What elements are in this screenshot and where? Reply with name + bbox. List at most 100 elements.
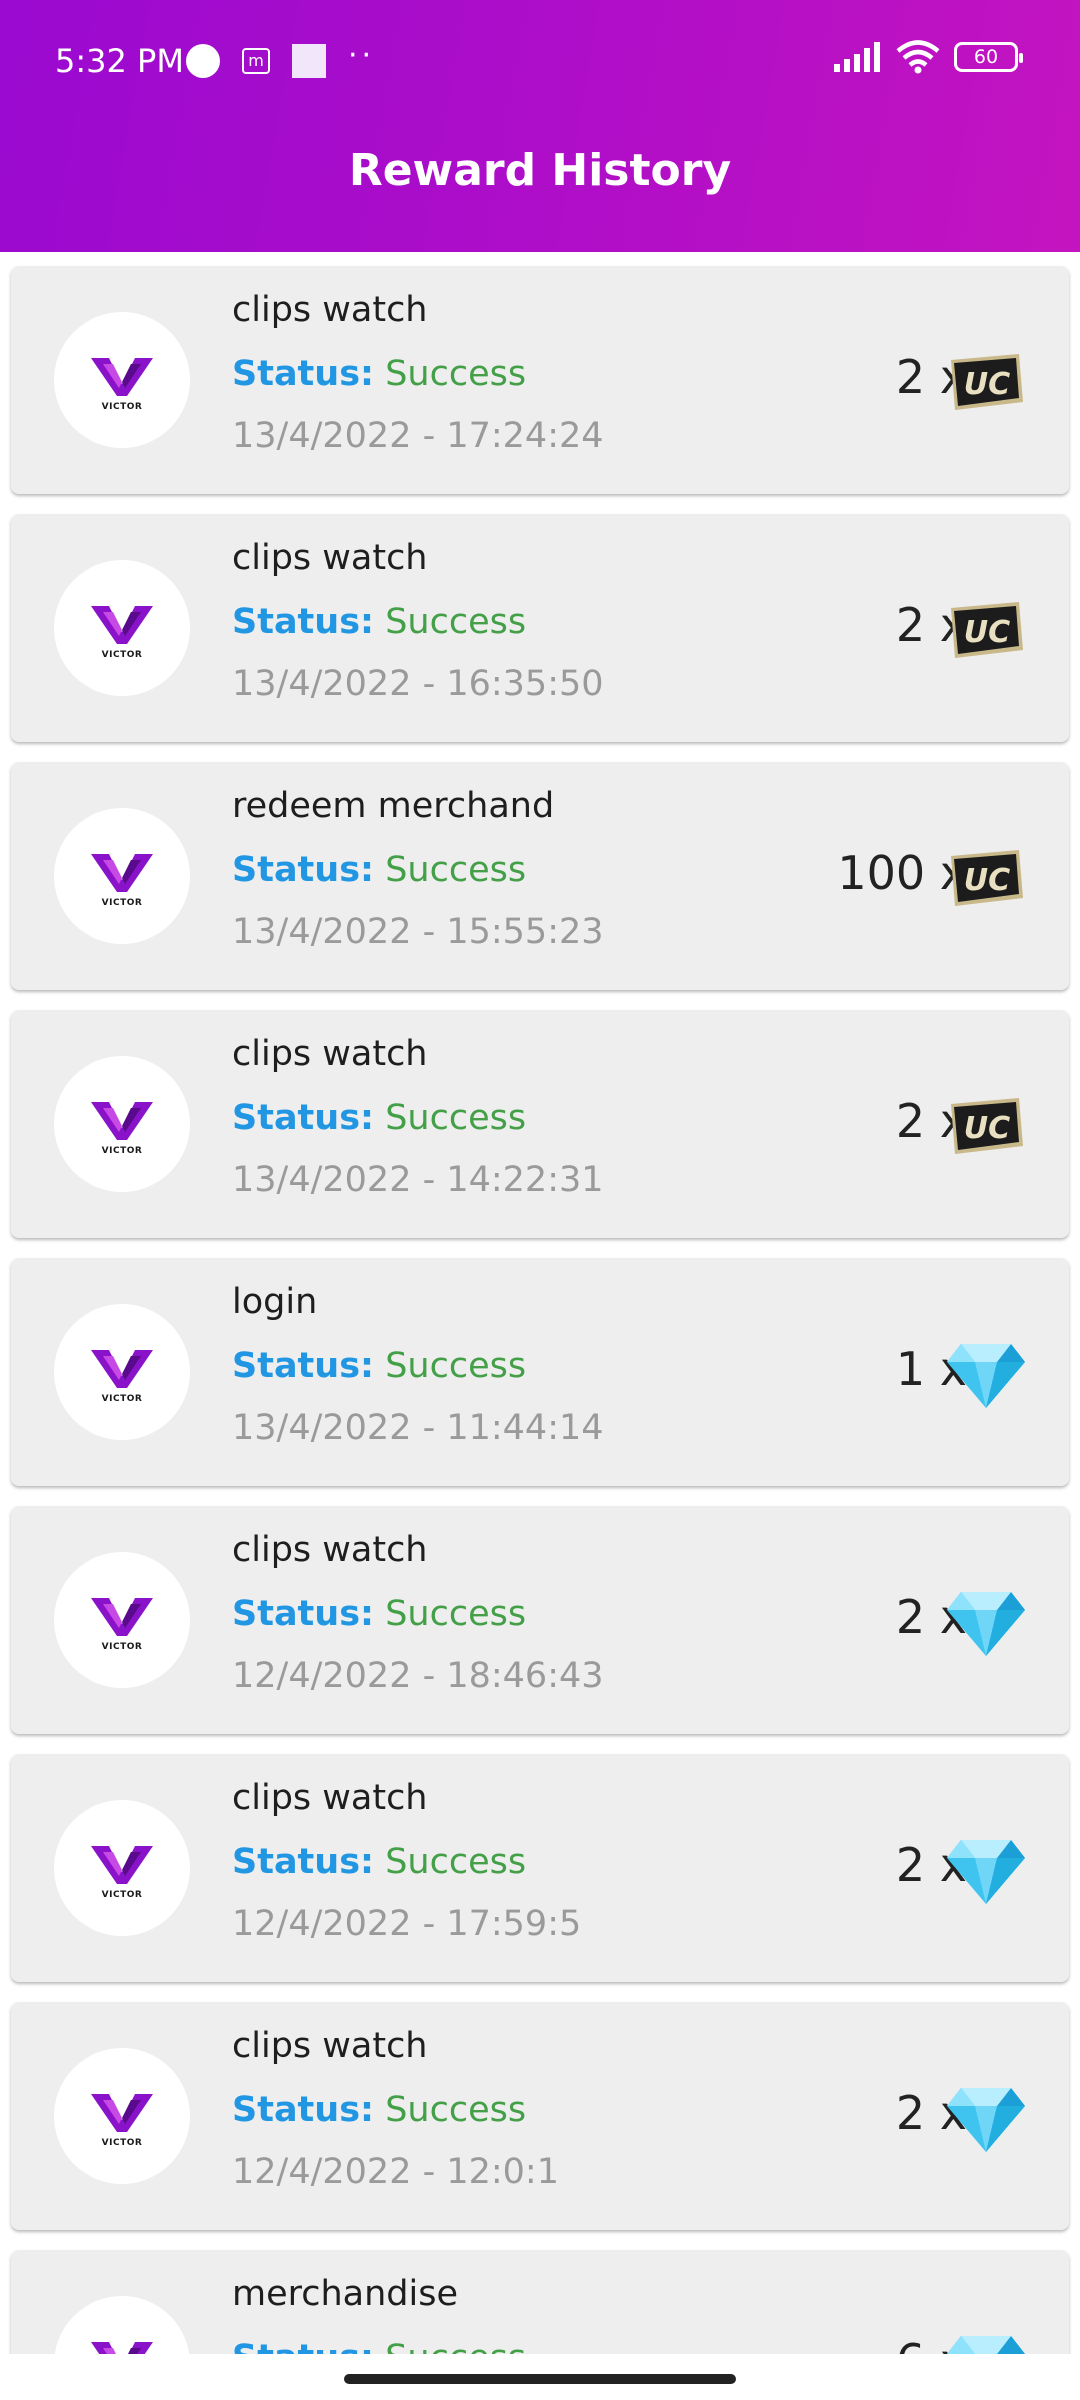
svg-text:UC: UC xyxy=(964,615,1010,650)
uc-icon: UC xyxy=(945,594,1027,666)
square-notification-icon xyxy=(292,44,326,78)
m-notification-icon: m xyxy=(242,48,270,74)
reward-card-6[interactable]: VICTOR clips watch Status: Success 12/4/… xyxy=(11,1506,1069,1734)
avatar: VICTOR xyxy=(54,560,190,696)
reward-card-3[interactable]: VICTOR redeem merchand Status: Success 1… xyxy=(11,762,1069,990)
status-label: Status: xyxy=(232,1346,375,1386)
status-label: Status: xyxy=(232,1594,375,1634)
avatar: VICTOR xyxy=(54,312,190,448)
status-label: Status: xyxy=(232,1842,375,1882)
status-value: Success xyxy=(385,354,527,394)
avatar: VICTOR xyxy=(54,1552,190,1688)
reward-status: Status: Success xyxy=(232,602,526,642)
more-notifications-icon: ·· xyxy=(348,38,376,73)
wifi-icon xyxy=(896,40,940,74)
avatar-brand: VICTOR xyxy=(101,1394,143,1404)
status-time: 5:32 PM xyxy=(55,42,184,80)
reward-title: redeem merchand xyxy=(232,786,555,826)
avatar-brand: VICTOR xyxy=(101,650,143,660)
status-label: Status: xyxy=(232,1098,375,1138)
victor-logo-icon xyxy=(91,1350,153,1388)
status-value: Success xyxy=(385,2338,526,2354)
victor-logo-icon xyxy=(91,358,153,396)
avatar: VICTOR xyxy=(54,1056,190,1192)
avatar: VICTOR xyxy=(54,2048,190,2184)
notification-icons: m ·· xyxy=(186,38,376,80)
diamond-icon xyxy=(945,2082,1027,2154)
status-value: Success xyxy=(385,850,527,890)
avatar: VICTOR xyxy=(54,808,190,944)
app-header: 5:32 PM m ·· 60 Reward History xyxy=(0,0,1080,252)
avatar-brand: VICTOR xyxy=(101,1890,143,1900)
reward-title: clips watch xyxy=(232,1778,428,1818)
victor-logo-icon xyxy=(91,2094,153,2132)
reward-title: clips watch xyxy=(232,290,428,330)
reward-date: 12/4/2022 - 17:59:5 xyxy=(232,1904,582,1944)
uc-icon: UC xyxy=(945,842,1027,914)
gesture-bar[interactable] xyxy=(344,2374,736,2384)
victor-logo-icon xyxy=(91,606,153,644)
avatar-brand: VICTOR xyxy=(101,2138,143,2148)
uc-icon: UC xyxy=(945,346,1027,418)
reward-date: 13/4/2022 - 14:22:31 xyxy=(232,1160,604,1200)
status-value: Success xyxy=(385,1842,527,1882)
status-value: Success xyxy=(385,2090,527,2130)
reward-card-5[interactable]: VICTOR login Status: Success 13/4/2022 -… xyxy=(11,1258,1069,1486)
reward-title: clips watch xyxy=(232,538,428,578)
reward-date: 13/4/2022 - 16:35:50 xyxy=(232,664,604,704)
uc-icon: UC xyxy=(945,1090,1027,1162)
victor-logo-icon xyxy=(91,1598,153,1636)
status-label: Status: xyxy=(232,354,375,394)
diamond-icon xyxy=(945,1338,1027,1410)
signal-icon xyxy=(834,42,880,72)
avatar: VICTOR xyxy=(54,1800,190,1936)
victor-logo-icon xyxy=(91,1102,153,1140)
svg-text:UC: UC xyxy=(964,367,1010,402)
reward-card-8[interactable]: VICTOR clips watch Status: Success 12/4/… xyxy=(11,2002,1069,2230)
reward-card-9[interactable]: VICTOR merchandise Status: Success 6 x xyxy=(11,2250,1069,2354)
diamond-icon xyxy=(945,1834,1027,1906)
reward-status: Status: Success xyxy=(232,1594,526,1634)
app-notification-icon xyxy=(186,44,220,78)
victor-logo-icon xyxy=(91,2342,153,2354)
reward-list[interactable]: VICTOR clips watch Status: Success 13/4/… xyxy=(0,252,1080,2354)
page-title: Reward History xyxy=(348,145,732,196)
avatar-brand: VICTOR xyxy=(101,1642,143,1652)
status-value: Success xyxy=(385,1594,527,1634)
status-bar: 5:32 PM m ·· 60 xyxy=(0,0,1080,120)
reward-status: Status: Success xyxy=(232,354,526,394)
reward-title: clips watch xyxy=(232,2026,428,2066)
avatar-brand: VICTOR xyxy=(101,1146,143,1156)
reward-card-1[interactable]: VICTOR clips watch Status: Success 13/4/… xyxy=(11,266,1069,494)
battery-icon: 60 xyxy=(954,42,1023,72)
status-label: Status: xyxy=(232,850,375,890)
avatar: VICTOR xyxy=(54,1304,190,1440)
diamond-icon xyxy=(945,2330,1027,2354)
reward-status: Status: Success xyxy=(232,1098,526,1138)
victor-logo-icon xyxy=(91,854,153,892)
reward-date: 13/4/2022 - 17:24:24 xyxy=(232,416,604,456)
reward-card-7[interactable]: VICTOR clips watch Status: Success 12/4/… xyxy=(11,1754,1069,1982)
status-label: Status: xyxy=(232,2090,375,2130)
svg-text:UC: UC xyxy=(964,1111,1010,1146)
reward-date: 13/4/2022 - 15:55:23 xyxy=(232,912,604,952)
reward-status: Status: Success xyxy=(232,1842,526,1882)
reward-date: 12/4/2022 - 12:0:1 xyxy=(232,2152,559,2192)
reward-title: login xyxy=(232,1282,318,1322)
reward-date: 12/4/2022 - 18:46:43 xyxy=(232,1656,604,1696)
avatar: VICTOR xyxy=(54,2296,190,2354)
victor-logo-icon xyxy=(91,1846,153,1884)
avatar-brand: VICTOR xyxy=(101,402,143,412)
reward-status: Status: Success xyxy=(232,2090,526,2130)
reward-date: 13/4/2022 - 11:44:14 xyxy=(232,1408,604,1448)
reward-card-4[interactable]: VICTOR clips watch Status: Success 13/4/… xyxy=(11,1010,1069,1238)
reward-status: Status: Success xyxy=(232,1346,526,1386)
reward-title: merchandise xyxy=(232,2274,459,2314)
reward-title: clips watch xyxy=(232,1034,428,1074)
diamond-icon xyxy=(945,1586,1027,1658)
status-label: Status: xyxy=(232,2338,374,2354)
system-icons: 60 xyxy=(834,40,1023,74)
status-value: Success xyxy=(385,1346,527,1386)
reward-title: clips watch xyxy=(232,1530,428,1570)
reward-card-2[interactable]: VICTOR clips watch Status: Success 13/4/… xyxy=(11,514,1069,742)
